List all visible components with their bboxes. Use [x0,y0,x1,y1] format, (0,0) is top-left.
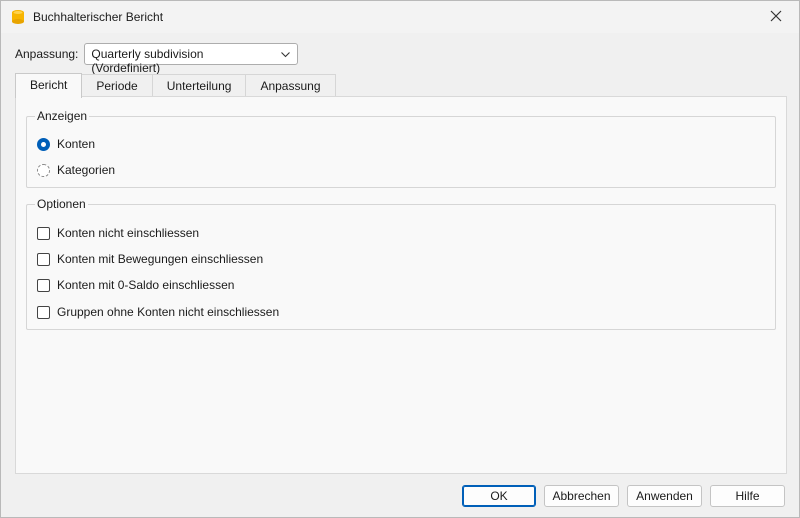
checkbox-label: Gruppen ohne Konten nicht einschliessen [57,305,280,319]
checkbox-row-gruppen[interactable]: Gruppen ohne Konten nicht einschliessen [37,304,279,320]
checkbox-row-konten-nicht[interactable]: Konten nicht einschliessen [37,225,199,241]
checkbox[interactable] [37,252,50,266]
checkbox[interactable] [37,278,50,292]
help-button[interactable]: Hilfe [710,485,785,507]
checkbox-label: Konten mit Bewegungen einschliessen [57,252,264,266]
checkbox[interactable] [37,305,50,319]
options-groupbox: Optionen Konten nicht einschliessen Kont… [26,197,776,330]
checkbox[interactable] [37,226,50,240]
radio-konten[interactable]: Konten [37,136,95,152]
customization-label: Anpassung: [15,47,79,61]
tab-bericht[interactable]: Bericht [15,73,83,98]
cancel-button[interactable]: Abbrechen [544,485,619,507]
tab-periode[interactable]: Periode [81,74,153,97]
title-bar: Buchhalterischer Bericht [1,1,799,33]
options-group-title: Optionen [35,197,88,211]
apply-button[interactable]: Anwenden [627,485,702,507]
dialog-window: Buchhalterischer Bericht Anpassung: Quar… [0,0,800,518]
chevron-down-icon [280,49,291,60]
close-icon [770,10,782,25]
checkbox-label: Konten nicht einschliessen [57,226,200,240]
dialog-buttons: OK Abbrechen Anwenden Hilfe [462,485,785,507]
tab-bar: Bericht Periode Unterteilung Anpassung [15,73,336,98]
close-button[interactable] [753,1,799,33]
ok-button[interactable]: OK [462,485,536,507]
radio-kategorien[interactable]: Kategorien [37,162,115,178]
radio-button-checked[interactable] [37,137,50,151]
tab-unterteilung[interactable]: Unterteilung [151,74,247,97]
customization-select[interactable]: Quarterly subdivision (Vordefiniert) [84,43,299,75]
tab-panel-bericht: Anzeigen Konten Kategorien Optionen Kont… [15,96,787,474]
app-icon [11,9,25,25]
customization-row: Anpassung: Quarterly subdivision (Vordef… [15,43,299,75]
customization-value: Quarterly subdivision (Vordefiniert) [91,47,204,75]
radio-konten-label: Konten [57,137,96,151]
checkbox-label: Konten mit 0-Saldo einschliessen [57,278,235,292]
checkbox-row-bewegungen[interactable]: Konten mit Bewegungen einschliessen [37,251,263,267]
checkbox-row-null-saldo[interactable]: Konten mit 0-Saldo einschliessen [37,277,234,293]
show-group-title: Anzeigen [35,109,90,123]
radio-kategorien-label: Kategorien [57,163,116,177]
tab-anpassung[interactable]: Anpassung [245,74,336,97]
window-title: Buchhalterischer Bericht [33,10,164,24]
show-groupbox: Anzeigen Konten Kategorien [26,109,776,188]
radio-button-unchecked[interactable] [37,163,50,177]
